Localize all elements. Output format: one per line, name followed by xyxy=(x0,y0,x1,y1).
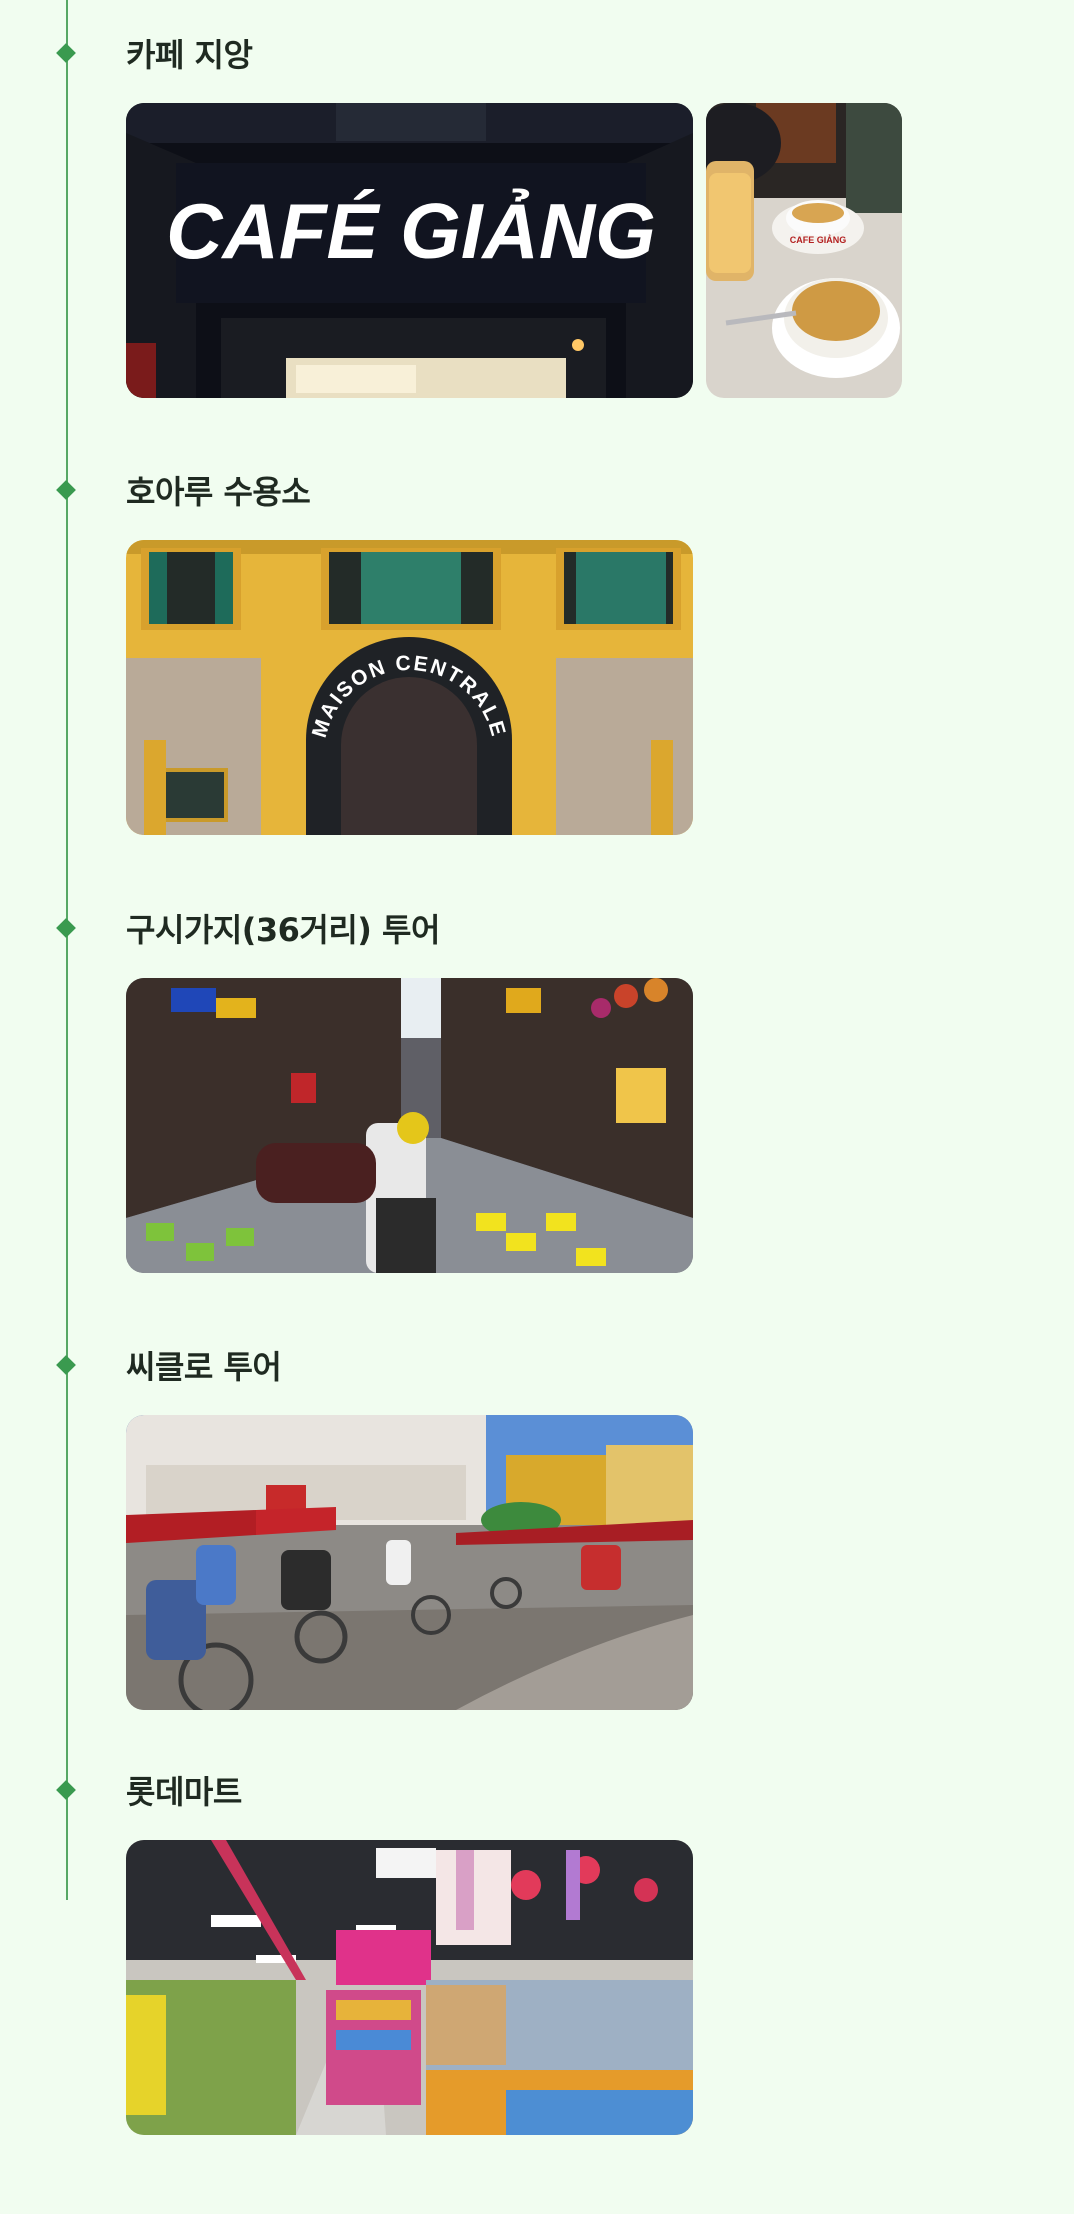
maison-centrale-gate-photo[interactable]: MAISON CENTRALE xyxy=(126,540,693,835)
photo-row: CAFÉ GIẢNG CAFE GIẢNG xyxy=(126,103,902,398)
photo-row xyxy=(126,1840,693,2135)
cafe-giang-storefront-photo[interactable]: CAFÉ GIẢNG xyxy=(126,103,693,398)
timeline-marker xyxy=(56,1355,76,1375)
stop-title: 호아루 수용소 xyxy=(126,473,311,511)
old-quarter-street-photo[interactable] xyxy=(126,978,693,1273)
photo-row xyxy=(126,978,693,1273)
lotte-mart-aisle-photo[interactable] xyxy=(126,1840,693,2135)
timeline-marker xyxy=(56,918,76,938)
stop-title: 구시가지(36거리) 투어 xyxy=(126,911,440,949)
timeline-marker xyxy=(56,43,76,63)
timeline-line xyxy=(66,0,68,1900)
cyclo-square-photo[interactable] xyxy=(126,1415,693,1710)
stop-title: 롯데마트 xyxy=(126,1773,242,1811)
stop-title: 씨클로 투어 xyxy=(126,1348,282,1386)
stop-title: 카페 지앙 xyxy=(126,36,253,74)
egg-coffee-cups-photo[interactable]: CAFE GIẢNG xyxy=(706,103,902,398)
cup-label-text: CAFE GIẢNG xyxy=(790,234,847,245)
timeline-marker xyxy=(56,1780,76,1800)
photo-row: MAISON CENTRALE xyxy=(126,540,693,835)
timeline-marker xyxy=(56,480,76,500)
cafe-sign-text: CAFÉ GIẢNG xyxy=(166,187,656,275)
photo-row xyxy=(126,1415,693,1710)
